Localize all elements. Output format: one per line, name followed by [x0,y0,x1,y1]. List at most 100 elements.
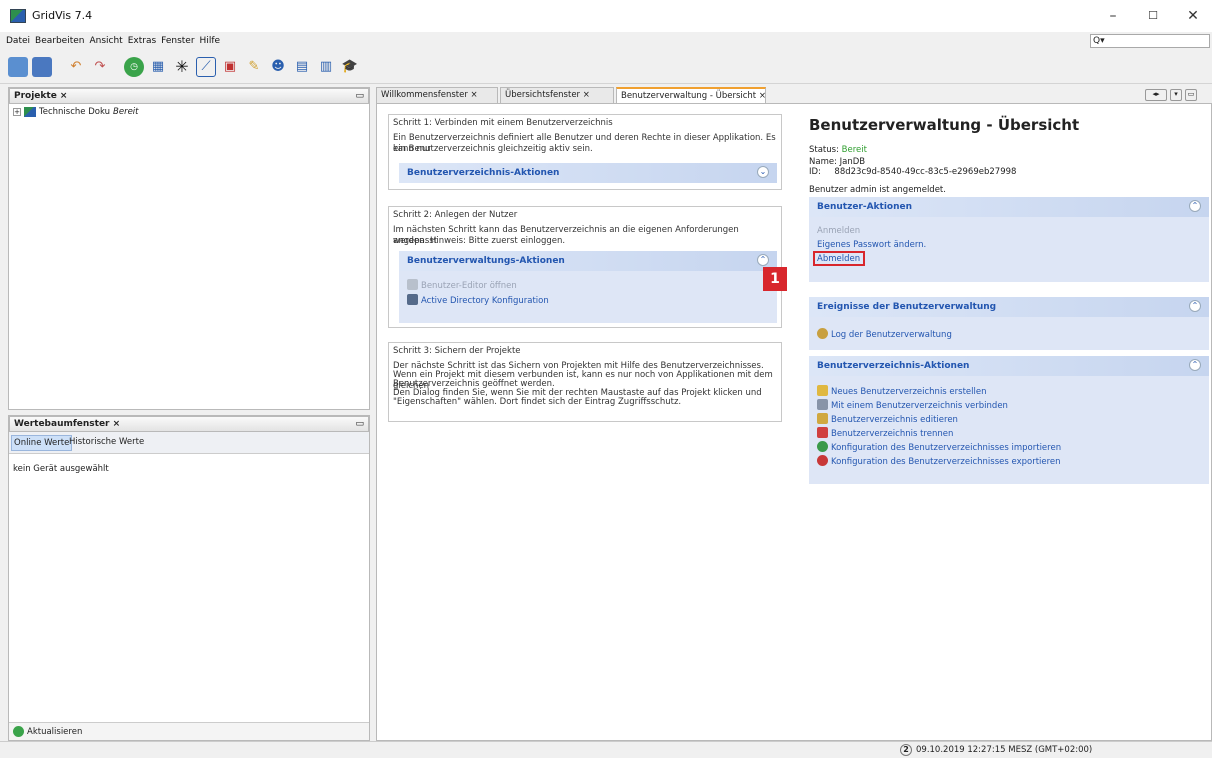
user-actions-body: Anmelden Eigenes Passwort ändern. Abmeld… [809,217,1209,282]
tree-item-label: Technische Doku [39,107,111,117]
toolbar: ↶ ↷ ◷ ▦ ✳ ⟋ ▣ ✎ ☻ ▤ ▥ 🎓 [0,50,1212,84]
tab-uebersichtsfenster[interactable]: Übersichtsfenster × [500,87,614,103]
user-actions-header[interactable]: Benutzer-Aktionen ⌃ [809,197,1209,217]
values-tabbar: Online Werte Historische Werte [9,432,369,454]
database-icon[interactable]: ▥ [316,57,336,77]
maximize-icon[interactable]: ☐ [1143,6,1163,26]
tree-item-project[interactable]: + Technische Doku Bereit [13,107,139,117]
refresh-button[interactable]: Aktualisieren [27,727,82,737]
menu-extras[interactable]: Extras [128,36,156,46]
link-label: Konfiguration des Benutzerverzeichnisses… [831,443,1062,453]
projects-panel-header: Projekte × ▭ [9,88,369,104]
step3-title: Schritt 3: Sichern der Projekte [393,346,521,356]
sync-icon[interactable]: ◷ [124,56,144,77]
link-label: Mit einem Benutzerverzeichnis verbinden [831,401,1008,411]
new-directory-icon [817,385,828,396]
menu-datei[interactable]: Datei [6,36,30,46]
tab-label: Übersichtsfenster × [505,90,590,100]
values-panel-header: Wertebaumfenster × ▭ [9,416,369,432]
new-directory-link[interactable]: Neues Benutzerverzeichnis erstellen [817,385,987,397]
tools-icon[interactable]: ✎ [244,57,264,77]
export-config-link[interactable]: Konfiguration des Benutzerverzeichnisses… [817,455,1061,467]
page-title: Benutzerverwaltung - Übersicht [809,116,1080,134]
log-icon [817,328,828,339]
maximize-panel-icon[interactable]: ▭ [1185,89,1197,101]
dir-actions-header[interactable]: Benutzerverzeichnis-Aktionen ⌃ [809,356,1209,376]
link-label: Benutzerverzeichnis editieren [831,415,958,425]
report-icon[interactable]: ▣ [220,57,240,77]
tab-label: Willkommensfenster × [381,90,478,100]
change-password-link[interactable]: Eigenes Passwort ändern. [817,240,926,250]
search-input[interactable]: Q▾ [1090,34,1210,48]
graduation-cap-icon[interactable]: 🎓 [340,57,360,77]
tab-label: Benutzerverwaltung - Übersicht × [621,91,766,101]
minimize-panel-icon[interactable]: ▭ [355,419,364,429]
graph-icon[interactable]: ⟋ [196,56,216,77]
menu-bearbeiten[interactable]: Bearbeiten [35,36,84,46]
edit-directory-icon [817,413,828,424]
status-bar: 2 09.10.2019 12:27:15 MESZ (GMT+02:00) [0,741,1212,758]
tab-benutzerverwaltung[interactable]: Benutzerverwaltung - Übersicht × [616,87,766,103]
save-icon[interactable] [32,56,52,77]
title-bar: GridVis 7.4 – ☐ ✕ [0,0,1212,32]
topology-icon[interactable]: ✳ [172,57,192,77]
chevron-up-icon[interactable]: ⌃ [1189,359,1201,371]
status-datetime: 09.10.2019 12:27:15 MESZ (GMT+02:00) [916,745,1093,755]
event-log-link[interactable]: Log der Benutzerverwaltung [817,328,952,340]
users-icon[interactable]: ☻ [268,57,288,77]
menu-ansicht[interactable]: Ansicht [89,36,122,46]
step1-section-label: Benutzerverzeichnis-Aktionen [407,168,560,178]
disconnect-directory-icon [817,427,828,438]
status-line: Status: Bereit [809,145,867,155]
window-title: GridVis 7.4 [32,9,93,22]
step3-text: "Eigenschaften" wählen. Dort findet sich… [393,397,682,407]
device-icon[interactable]: ▤ [292,57,312,77]
editor-tabbar: Willkommensfenster × Übersichtsfenster ×… [376,87,1212,103]
export-icon [817,455,828,466]
menu-fenster[interactable]: Fenster [161,36,194,46]
tab-list-icon[interactable]: ▾ [1170,89,1182,101]
minimize-icon[interactable]: – [1103,6,1123,26]
new-project-icon[interactable] [8,56,28,77]
tree-expand-icon[interactable]: + [13,108,21,116]
tab-online-werte[interactable]: Online Werte [11,435,73,451]
refresh-icon[interactable] [13,726,24,737]
chevron-up-icon[interactable]: ⌃ [1189,200,1201,212]
step2-text: werden. Hinweis: Bitte zuerst einloggen. [393,236,566,246]
status-label: Status: [809,145,839,155]
notification-badge[interactable]: 2 [900,744,912,756]
chevron-up-icon[interactable]: ⌃ [757,254,769,266]
events-header[interactable]: Ereignisse der Benutzerverwaltung ⌃ [809,297,1209,317]
chart-icon[interactable]: ▦ [148,57,168,77]
undo-icon[interactable]: ↶ [66,57,86,77]
import-config-link[interactable]: Konfiguration des Benutzerverzeichnisses… [817,441,1061,453]
events-title: Ereignisse der Benutzerverwaltung [817,302,997,312]
user-actions-title: Benutzer-Aktionen [817,202,913,212]
connect-directory-icon [817,399,828,410]
values-panel: Wertebaumfenster × ▭ Online Werte Histor… [8,415,370,741]
refresh-bar: Aktualisieren [9,722,369,740]
step1-text: ein Benutzerverzeichnis gleichzeitig akt… [393,144,593,154]
edit-directory-link[interactable]: Benutzerverzeichnis editieren [817,413,958,425]
minimize-panel-icon[interactable]: ▭ [355,91,364,101]
users-icon [407,279,418,290]
menu-hilfe[interactable]: Hilfe [200,36,220,46]
disconnect-directory-link[interactable]: Benutzerverzeichnis trennen [817,427,953,439]
step1-section-header[interactable]: Benutzerverzeichnis-Aktionen ⌄ [399,163,777,183]
projects-panel-title[interactable]: Projekte × [14,91,67,101]
tab-scroll-icon[interactable]: ◂▸ [1145,89,1167,101]
tab-historische-werte[interactable]: Historische Werte [69,437,144,447]
chevron-down-icon[interactable]: ⌄ [757,166,769,178]
tree-item-status: Bereit [113,107,139,117]
tab-willkommensfenster[interactable]: Willkommensfenster × [376,87,498,103]
active-directory-link[interactable]: Active Directory Konfiguration [407,294,549,306]
close-icon[interactable]: ✕ [1183,6,1203,26]
step2-section-header[interactable]: Benutzerverwaltungs-Aktionen ⌃ [399,251,777,271]
redo-icon[interactable]: ↷ [90,57,110,77]
step3-box: Schritt 3: Sichern der Projekte Der näch… [388,342,782,422]
chevron-up-icon[interactable]: ⌃ [1189,300,1201,312]
step2-box: Schritt 2: Anlegen der Nutzer Im nächste… [388,206,782,328]
dir-actions-title: Benutzerverzeichnis-Aktionen [817,361,970,371]
values-panel-title[interactable]: Wertebaumfenster × [14,419,120,429]
connect-directory-link[interactable]: Mit einem Benutzerverzeichnis verbinden [817,399,1008,411]
